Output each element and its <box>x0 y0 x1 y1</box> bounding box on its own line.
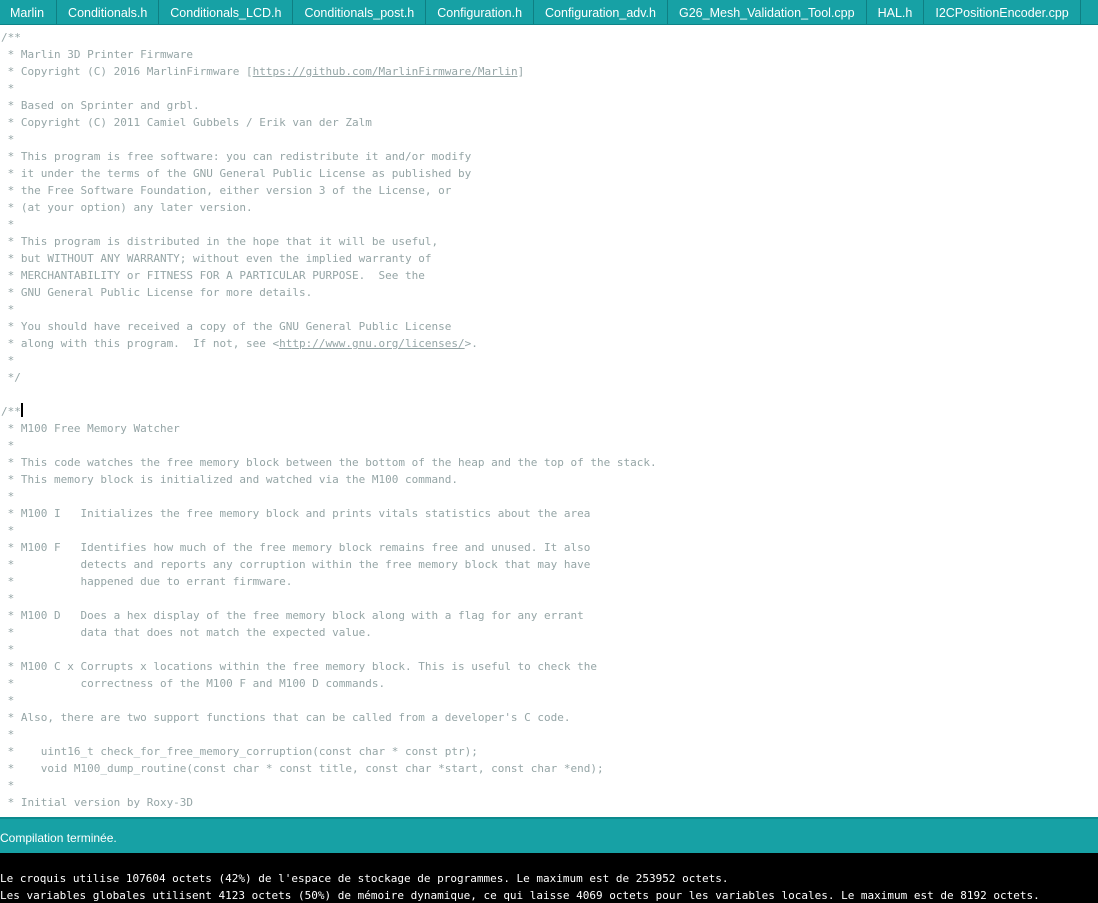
code-line: /** <box>0 403 1098 420</box>
code-line: * M100 Free Memory Watcher <box>1 422 180 435</box>
code-link[interactable]: http://www.gnu.org/licenses/ <box>279 337 464 350</box>
code-line: * <box>1 303 15 316</box>
code-line: * GNU General Public License for more de… <box>1 286 313 299</box>
code-line-text: /** <box>1 405 21 418</box>
code-line: /** <box>1 31 21 44</box>
code-line: * correctness of the M100 F and M100 D c… <box>1 677 386 690</box>
code-line: * This memory block is initialized and w… <box>1 473 458 486</box>
code-line: * MERCHANTABILITY or FITNESS FOR A PARTI… <box>1 269 425 282</box>
tab-bar: Marlin Conditionals.h Conditionals_LCD.h Co… <box>0 0 1098 25</box>
code-line: * happened due to errant firmware. <box>1 575 293 588</box>
code-area[interactable]: /** * Marlin 3D Printer Firmware * Copyr… <box>0 25 1098 811</box>
code-line: * along with this program. If not, see <… <box>1 337 478 350</box>
code-line: */ <box>1 371 21 384</box>
code-line: * <box>1 354 15 367</box>
console-line: Le croquis utilise 107604 octets (42%) d… <box>0 872 729 885</box>
code-line: * M100 I Initializes the free memory blo… <box>1 507 591 520</box>
code-line: * <box>1 490 15 503</box>
code-line: * Marlin 3D Printer Firmware <box>1 48 194 61</box>
code-line: * it under the terms of the GNU General … <box>1 167 472 180</box>
console-line: Les variables globales utilisent 4123 oc… <box>0 889 1040 902</box>
code-line: * detects and reports any corruption wit… <box>1 558 591 571</box>
code-line: * Copyright (C) 2016 MarlinFirmware [htt… <box>1 65 525 78</box>
tab-conditionals-post-h[interactable]: Conditionals_post.h <box>293 0 427 24</box>
code-line: * (at your option) any later version. <box>1 201 253 214</box>
code-line: * <box>1 779 15 792</box>
code-line: * <box>1 728 15 741</box>
code-line: * <box>1 439 15 452</box>
code-line: * <box>1 592 15 605</box>
code-line: * <box>1 82 15 95</box>
text-cursor <box>20 403 23 417</box>
code-line: * <box>1 524 15 537</box>
tab-marlin[interactable]: Marlin <box>0 0 58 24</box>
tab-i2cpositionencoder-cpp[interactable]: I2CPositionEncoder.cpp <box>924 0 1081 24</box>
code-line: * the Free Software Foundation, either v… <box>1 184 452 197</box>
code-line: * uint16_t check_for_free_memory_corrupt… <box>1 745 478 758</box>
code-line: * Initial version by Roxy-3D <box>1 796 194 809</box>
code-line: * Based on Sprinter and grbl. <box>1 99 200 112</box>
code-line: * <box>1 218 15 231</box>
status-bar: Compilation terminée. <box>0 817 1098 853</box>
code-line: * You should have received a copy of the… <box>1 320 452 333</box>
code-line: * data that does not match the expected … <box>1 626 372 639</box>
code-line: * Copyright (C) 2011 Camiel Gubbels / Er… <box>1 116 372 129</box>
tab-hal-h[interactable]: HAL.h <box>867 0 925 24</box>
code-line: * void M100_dump_routine(const char * co… <box>1 762 604 775</box>
status-message: Compilation terminée. <box>0 831 117 845</box>
code-line: * Also, there are two support functions … <box>1 711 571 724</box>
tab-conditionals-h[interactable]: Conditionals.h <box>57 0 160 24</box>
console-output[interactable]: Le croquis utilise 107604 octets (42%) d… <box>0 853 1098 903</box>
code-line: * M100 F Identifies how much of the free… <box>1 541 591 554</box>
code-line: * but WITHOUT ANY WARRANTY; without even… <box>1 252 432 265</box>
code-editor[interactable]: /** * Marlin 3D Printer Firmware * Copyr… <box>0 25 1098 817</box>
tab-configuration-h[interactable]: Configuration.h <box>426 0 535 24</box>
code-link[interactable]: https://github.com/MarlinFirmware/Marlin <box>253 65 518 78</box>
code-line: * This program is free software: you can… <box>1 150 472 163</box>
code-line: * <box>1 694 15 707</box>
code-line: * M100 C x Corrupts x locations within t… <box>1 660 598 673</box>
tab-g26-mesh-validation-tool-cpp[interactable]: G26_Mesh_Validation_Tool.cpp <box>668 0 867 24</box>
code-line: * M100 D Does a hex display of the free … <box>1 609 584 622</box>
code-line: * This code watches the free memory bloc… <box>1 456 657 469</box>
tab-configuration-adv-h[interactable]: Configuration_adv.h <box>534 0 668 24</box>
code-line: * This program is distributed in the hop… <box>1 235 439 248</box>
code-line: * <box>1 643 15 656</box>
code-line: * <box>1 133 15 146</box>
tab-conditionals-lcd-h[interactable]: Conditionals_LCD.h <box>159 0 294 24</box>
